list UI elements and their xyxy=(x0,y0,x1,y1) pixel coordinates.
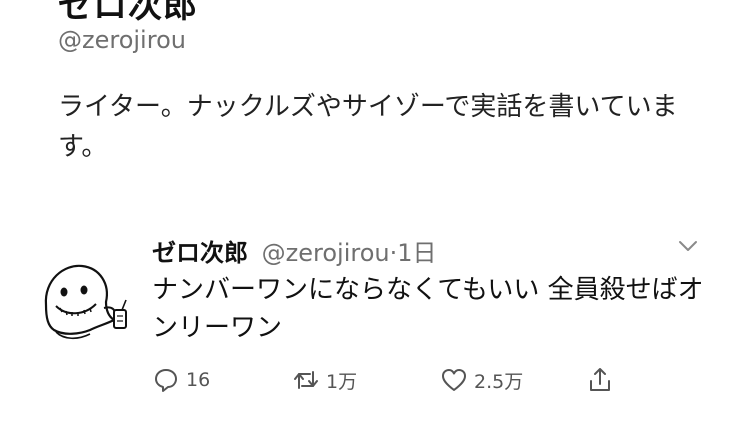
reply-button[interactable]: 16 xyxy=(152,366,210,394)
chevron-down-icon[interactable] xyxy=(677,238,699,254)
avatar[interactable] xyxy=(34,250,134,350)
tweet[interactable]: ゼロ次郎 @zerojirou·1日 ナンバーワンにならなくてもいい 全員殺せば… xyxy=(0,220,750,448)
tweet-timestamp[interactable]: 1日 xyxy=(397,239,436,267)
retweet-button[interactable]: 1万 xyxy=(292,366,357,394)
profile-name: ゼロ次郎 xyxy=(58,0,198,26)
tweet-text: ナンバーワンにならなくてもいい 全員殺せばオンリーワン xyxy=(152,275,704,343)
retweet-icon xyxy=(294,371,318,389)
like-button[interactable]: 2.5万 xyxy=(440,366,523,394)
tweet-author-handle[interactable]: @zerojirou xyxy=(262,239,390,267)
tweet-header: ゼロ次郎 @zerojirou·1日 xyxy=(152,233,437,268)
profile-handle[interactable]: @zerojirou xyxy=(58,26,186,54)
tweet-author-name[interactable]: ゼロ次郎 xyxy=(152,239,248,267)
reply-icon xyxy=(155,369,177,392)
ghost-mascot-avatar-icon xyxy=(44,264,127,340)
share-button[interactable] xyxy=(586,366,614,394)
tweet-actions: 16 1万 2.5万 xyxy=(0,366,750,406)
heart-icon xyxy=(442,369,466,391)
like-count: 2.5万 xyxy=(474,370,524,393)
reply-count: 16 xyxy=(186,369,211,391)
retweet-count: 1万 xyxy=(326,370,358,393)
share-icon xyxy=(590,368,610,391)
profile-bio: ライター。ナックルズやサイゾーで実話を書いています。 xyxy=(58,92,678,162)
